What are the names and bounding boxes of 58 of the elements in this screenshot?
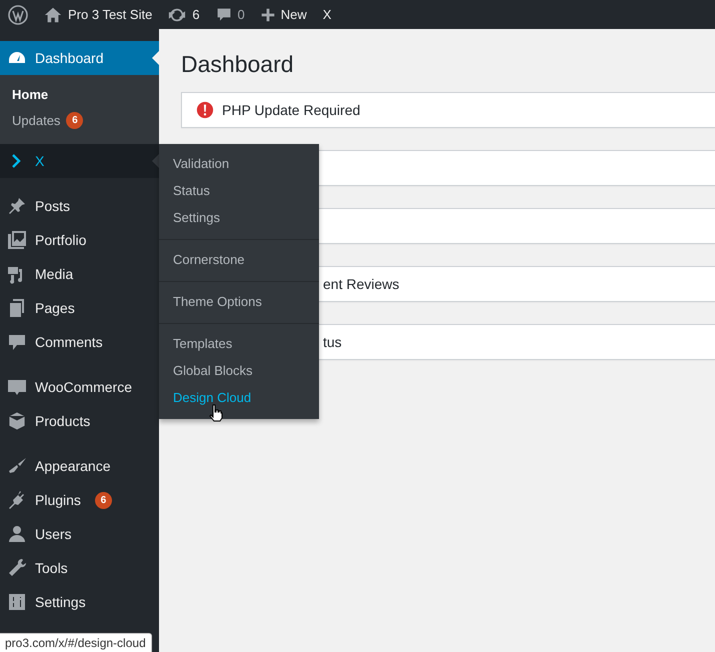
wordpress-logo-icon[interactable] <box>8 4 28 24</box>
menu-item[interactable]: X <box>0 144 159 178</box>
updates-count: 6 <box>192 7 200 22</box>
menu-item[interactable]: Settings <box>0 585 159 619</box>
notice-title: PHP Update Required <box>222 102 360 118</box>
plug-icon <box>7 490 27 510</box>
flyout-item[interactable]: Global Blocks <box>159 357 266 384</box>
menu-item[interactable]: Appearance <box>0 449 159 483</box>
plus-icon <box>260 8 275 22</box>
pin-icon <box>7 196 27 216</box>
status-url: pro3.com/x/#/design-cloud <box>0 633 152 652</box>
comment-icon <box>7 332 27 352</box>
pages-icon <box>7 298 27 318</box>
widget-title: tus <box>323 334 342 350</box>
pointer-arrow-icon <box>152 51 159 65</box>
site-name: Pro 3 Test Site <box>68 7 152 22</box>
brush-icon <box>7 456 27 476</box>
menu-item[interactable]: Media <box>0 257 159 291</box>
update-count-badge: 6 <box>94 492 112 508</box>
flyout-item[interactable]: Settings <box>159 204 234 231</box>
menu-item[interactable]: Comments <box>0 325 159 359</box>
menu-item[interactable]: Portfolio <box>0 223 159 257</box>
page-title: Dashboard <box>181 51 295 78</box>
new-link[interactable]: New <box>260 7 307 22</box>
error-icon <box>196 101 214 119</box>
widget-title: ent Reviews <box>323 276 400 292</box>
updates-link[interactable]: 6 <box>168 6 200 24</box>
flyout-item[interactable]: Validation <box>159 150 244 177</box>
menu-item[interactable]: Plugins 6 <box>0 483 159 517</box>
x-link[interactable]: X <box>322 7 332 22</box>
flyout-item[interactable]: Cornerstone <box>159 246 259 273</box>
menu-item[interactable]: WooCommerce <box>0 370 159 404</box>
menu-item[interactable]: Pages <box>0 291 159 325</box>
wrench-icon <box>7 558 27 578</box>
menu-item[interactable]: Products <box>0 404 159 438</box>
flyout-item[interactable]: Theme Options <box>159 288 276 315</box>
gallery-icon <box>7 230 27 250</box>
new-label: New <box>280 7 307 22</box>
menu-item[interactable]: Posts <box>0 189 159 223</box>
flyout-item[interactable]: Design Cloud <box>159 384 266 411</box>
menu-item[interactable]: Users <box>0 517 159 551</box>
refresh-icon <box>168 6 186 24</box>
submenu-item[interactable]: Updates 6 <box>0 107 159 134</box>
user-icon <box>7 524 27 544</box>
site-name-link[interactable]: Pro 3 Test Site <box>44 6 152 24</box>
menu-item[interactable]: Tools <box>0 551 159 585</box>
home-icon <box>44 6 62 24</box>
comments-link[interactable]: 0 <box>216 6 245 24</box>
menu-item[interactable]: Dashboard <box>0 41 159 75</box>
flyout-item[interactable]: Status <box>159 177 224 204</box>
flyout-item[interactable]: Templates <box>159 330 246 357</box>
sliders-icon <box>7 592 27 612</box>
box-icon <box>7 411 27 431</box>
hand-cursor-icon <box>209 404 223 422</box>
update-count-badge: 6 <box>66 112 84 129</box>
comment-icon <box>216 6 232 24</box>
comments-count: 0 <box>238 7 245 22</box>
submenu-item[interactable]: Home <box>0 82 159 107</box>
